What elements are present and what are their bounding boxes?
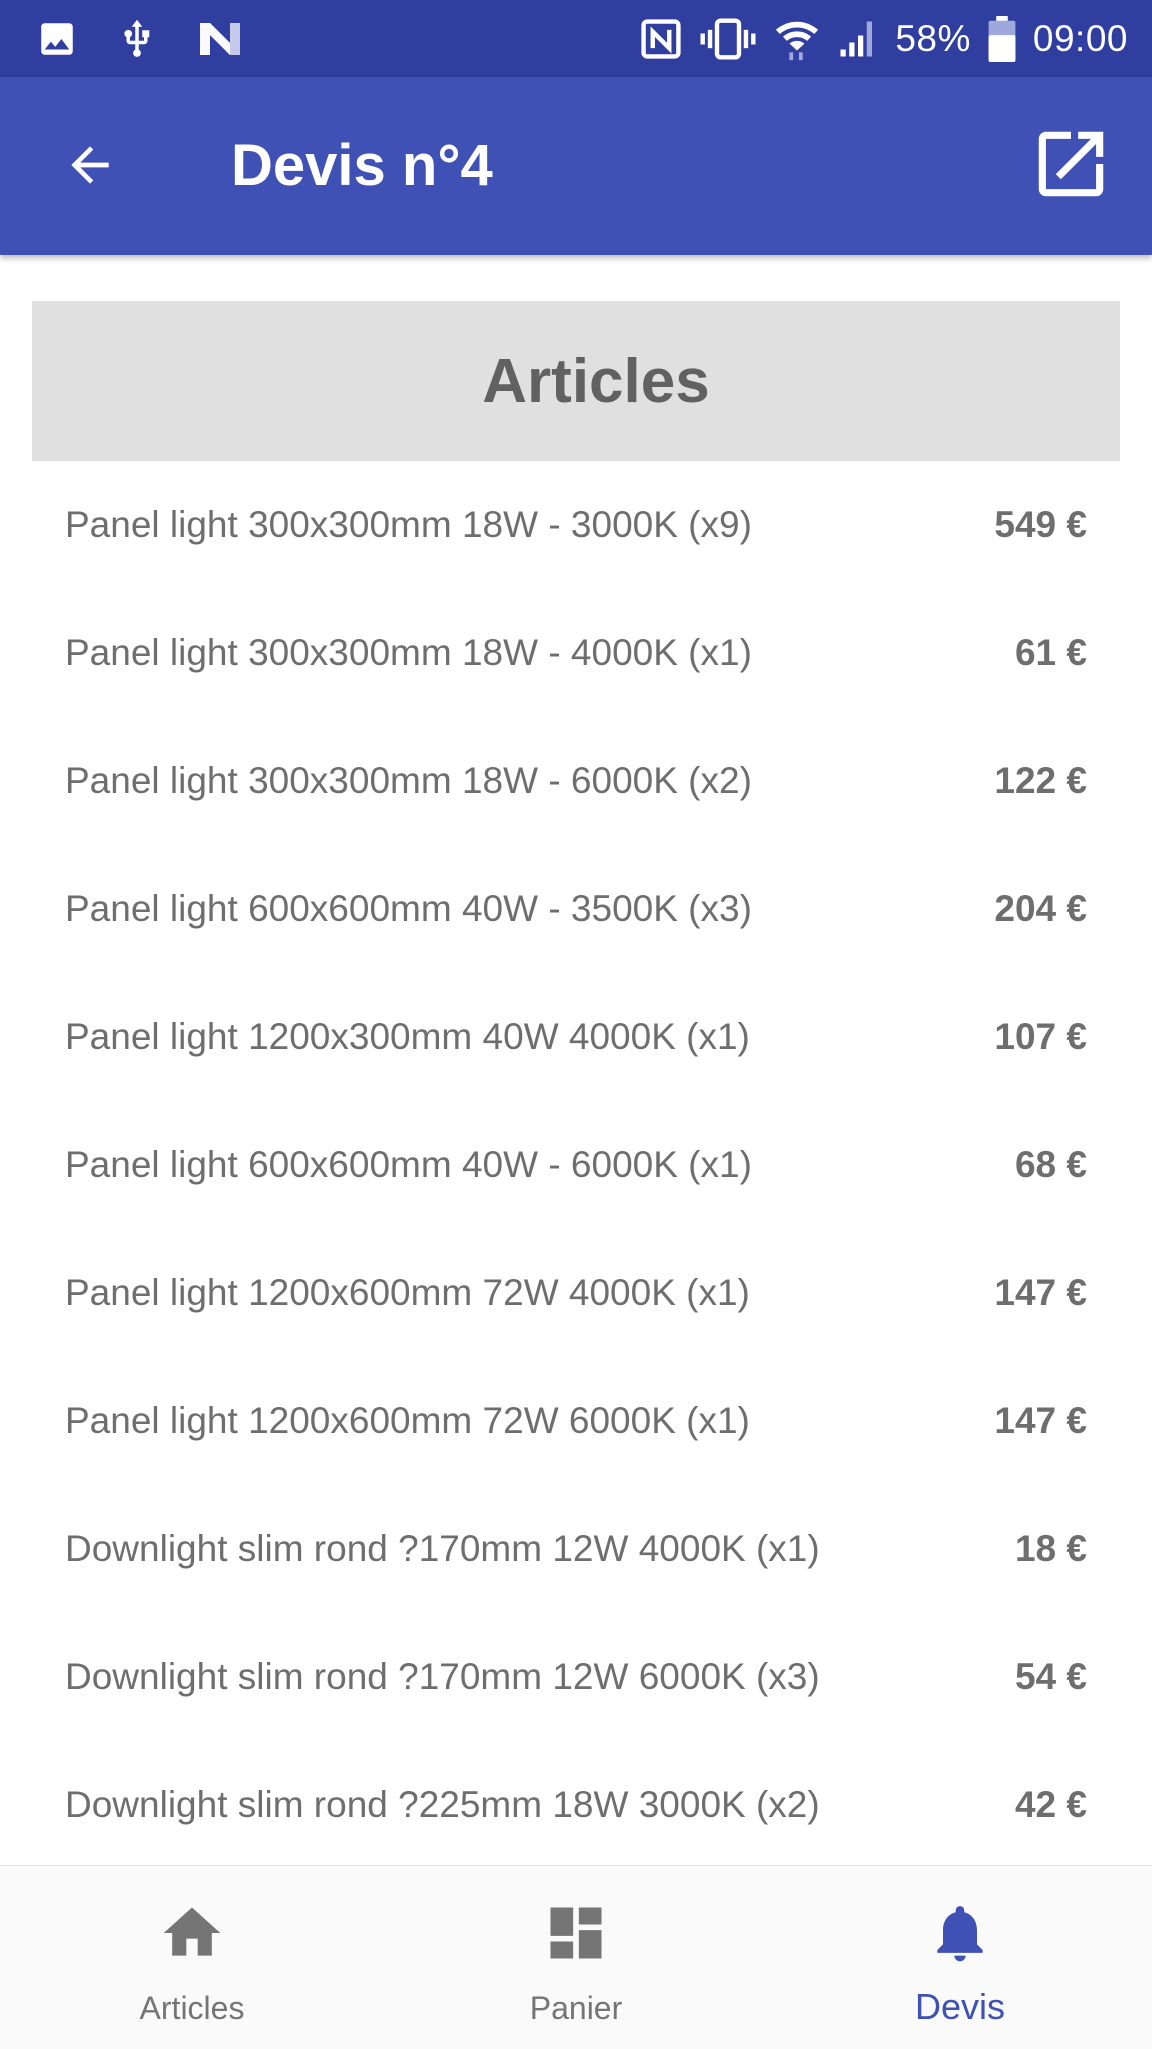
wifi-icon <box>773 16 821 62</box>
open-in-new-icon <box>1028 121 1114 212</box>
list-item[interactable]: Downlight slim rond ?170mm 12W 4000K (x1… <box>0 1485 1152 1613</box>
usb-icon <box>116 16 158 62</box>
item-price: 42 € <box>1014 1784 1087 1825</box>
item-name: Panel light 300x300mm 18W - 4000K (x1) <box>65 632 752 673</box>
status-left-icons <box>36 0 244 77</box>
nav-item-articles[interactable]: Articles <box>0 1866 384 2049</box>
section-header: Articles <box>32 301 1120 461</box>
list-item[interactable]: Panel light 300x300mm 18W - 4000K (x1) 6… <box>0 589 1152 717</box>
list-item[interactable]: Panel light 1200x300mm 40W 4000K (x1) 10… <box>0 973 1152 1101</box>
nav-item-panier[interactable]: Panier <box>384 1866 768 2049</box>
battery-percent: 58% <box>895 17 971 59</box>
list-item[interactable]: Panel light 300x300mm 18W - 6000K (x2) 1… <box>0 717 1152 845</box>
item-name: Panel light 300x300mm 18W - 6000K (x2) <box>65 760 752 801</box>
item-price: 122 € <box>994 760 1087 801</box>
item-name: Panel light 600x600mm 40W - 6000K (x1) <box>65 1144 752 1185</box>
item-name: Panel light 300x300mm 18W - 3000K (x9) <box>65 504 752 545</box>
item-price: 68 € <box>1014 1144 1087 1185</box>
item-price: 107 € <box>994 1016 1087 1057</box>
item-name: Downlight slim rond ?170mm 12W 4000K (x1… <box>65 1528 820 1569</box>
vibrate-icon <box>699 17 757 61</box>
image-icon <box>36 18 78 60</box>
back-button[interactable] <box>50 127 130 207</box>
app-bar: Devis n°4 <box>0 77 1152 255</box>
item-price: 549 € <box>994 504 1087 545</box>
article-list: Panel light 300x300mm 18W - 3000K (x9) 5… <box>0 461 1152 1865</box>
nav-label-panier: Panier <box>529 1990 623 2026</box>
bell-icon <box>926 1898 994 1968</box>
nav-label-devis: Devis <box>914 1986 1006 2027</box>
item-price: 18 € <box>1014 1528 1087 1569</box>
battery-icon <box>987 15 1017 62</box>
status-right-icons: 58% 09:00 <box>639 0 1128 77</box>
open-external-button[interactable] <box>1026 121 1116 211</box>
list-item[interactable]: Downlight slim rond ?170mm 12W 6000K (x3… <box>0 1613 1152 1741</box>
item-name: Downlight slim rond ?170mm 12W 6000K (x3… <box>65 1656 820 1697</box>
item-price: 204 € <box>994 888 1087 929</box>
item-price: 61 € <box>1014 632 1087 673</box>
list-item[interactable]: Panel light 1200x600mm 72W 4000K (x1) 14… <box>0 1229 1152 1357</box>
item-name: Panel light 1200x600mm 72W 4000K (x1) <box>65 1272 750 1313</box>
item-price: 147 € <box>994 1272 1087 1313</box>
content-area[interactable]: Articles Panel light 300x300mm 18W - 300… <box>0 255 1152 1865</box>
clock: 09:00 <box>1032 17 1128 59</box>
bottom-navigation: Articles Panier Devis <box>0 1865 1152 2049</box>
signal-icon <box>837 18 879 60</box>
item-price: 54 € <box>1014 1656 1087 1697</box>
list-item[interactable]: Downlight slim rond ?225mm 18W 3000K (x2… <box>0 1741 1152 1865</box>
list-item[interactable]: Panel light 1200x600mm 72W 6000K (x1) 14… <box>0 1357 1152 1485</box>
dashboard-icon <box>542 1898 610 1968</box>
item-name: Panel light 1200x600mm 72W 6000K (x1) <box>65 1400 750 1441</box>
n-app-icon <box>196 19 244 59</box>
home-icon <box>158 1898 226 1968</box>
nav-label-articles: Articles <box>139 1990 245 2026</box>
item-name: Panel light 1200x300mm 40W 4000K (x1) <box>65 1016 750 1057</box>
item-name: Panel light 600x600mm 40W - 3500K (x3) <box>65 888 752 929</box>
section-title: Articles <box>482 346 710 416</box>
arrow-left-icon <box>62 137 118 198</box>
list-item[interactable]: Panel light 600x600mm 40W - 3500K (x3) 2… <box>0 845 1152 973</box>
nfc-icon <box>639 17 683 61</box>
status-bar: 58% 09:00 <box>0 0 1152 77</box>
item-name: Downlight slim rond ?225mm 18W 3000K (x2… <box>65 1784 820 1825</box>
page-title: Devis n°4 <box>231 133 493 198</box>
list-item[interactable]: Panel light 600x600mm 40W - 6000K (x1) 6… <box>0 1101 1152 1229</box>
nav-item-devis[interactable]: Devis <box>768 1866 1152 2049</box>
list-item[interactable]: Panel light 300x300mm 18W - 3000K (x9) 5… <box>0 461 1152 589</box>
item-price: 147 € <box>994 1400 1087 1441</box>
